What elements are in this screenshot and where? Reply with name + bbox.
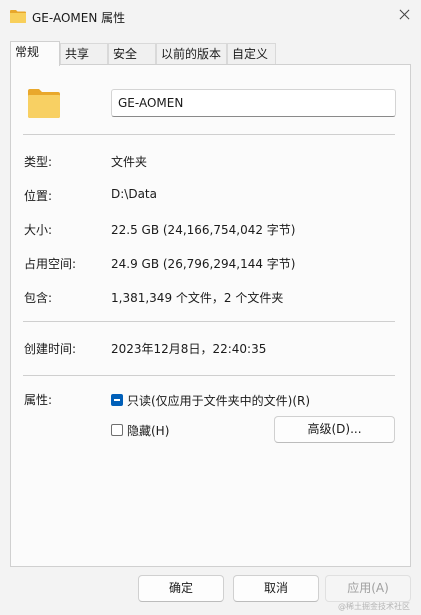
created-label: 创建时间: bbox=[24, 342, 77, 356]
general-panel: 类型: 文件夹 位置: D:\Data 大小: 22.5 GB (24,166,… bbox=[10, 64, 411, 567]
advanced-button[interactable]: 高级(D)... bbox=[274, 416, 395, 443]
readonly-checkbox-label[interactable]: 只读(仅应用于文件夹中的文件)(R) bbox=[127, 392, 310, 409]
tab-customize[interactable]: 自定义 bbox=[227, 43, 276, 64]
cancel-button[interactable]: 取消 bbox=[233, 575, 319, 602]
folder-icon bbox=[28, 89, 60, 118]
watermark: @稀土掘金技术社区 bbox=[338, 602, 410, 611]
size-value: 22.5 GB (24,166,754,042 字节) bbox=[111, 223, 296, 237]
close-button[interactable] bbox=[393, 3, 417, 27]
disk-size-label: 占用空间: bbox=[24, 257, 77, 271]
hidden-checkbox[interactable] bbox=[111, 424, 123, 436]
tab-general[interactable]: 常规 bbox=[10, 41, 60, 66]
separator bbox=[23, 375, 395, 376]
location-label: 位置: bbox=[24, 189, 53, 203]
readonly-checkbox[interactable] bbox=[111, 394, 123, 406]
type-label: 类型: bbox=[24, 155, 53, 169]
window-title: GE-AOMEN 属性 bbox=[32, 11, 126, 25]
separator bbox=[23, 134, 395, 135]
ok-button[interactable]: 确定 bbox=[138, 575, 224, 602]
folder-name-input[interactable] bbox=[111, 89, 396, 117]
contains-label: 包含: bbox=[24, 291, 53, 305]
tab-previous-versions[interactable]: 以前的版本 bbox=[156, 43, 227, 64]
location-value: D:\Data bbox=[111, 187, 157, 201]
size-label: 大小: bbox=[24, 223, 53, 237]
apply-button[interactable]: 应用(A) bbox=[325, 575, 411, 602]
tab-sharing[interactable]: 共享 bbox=[60, 43, 108, 64]
type-value: 文件夹 bbox=[111, 155, 148, 169]
contains-value: 1,381,349 个文件，2 个文件夹 bbox=[111, 291, 284, 305]
title-bar: GE-AOMEN 属性 bbox=[0, 0, 421, 34]
tab-strip: 常规 共享 安全 以前的版本 自定义 bbox=[10, 41, 410, 66]
tab-security[interactable]: 安全 bbox=[108, 43, 156, 64]
folder-icon bbox=[10, 10, 26, 23]
created-value: 2023年12月8日，22:40:35 bbox=[111, 342, 267, 356]
disk-size-value: 24.9 GB (26,796,294,144 字节) bbox=[111, 257, 296, 271]
separator bbox=[23, 321, 395, 322]
attributes-label: 属性: bbox=[24, 393, 53, 407]
hidden-checkbox-label[interactable]: 隐藏(H) bbox=[127, 422, 169, 439]
